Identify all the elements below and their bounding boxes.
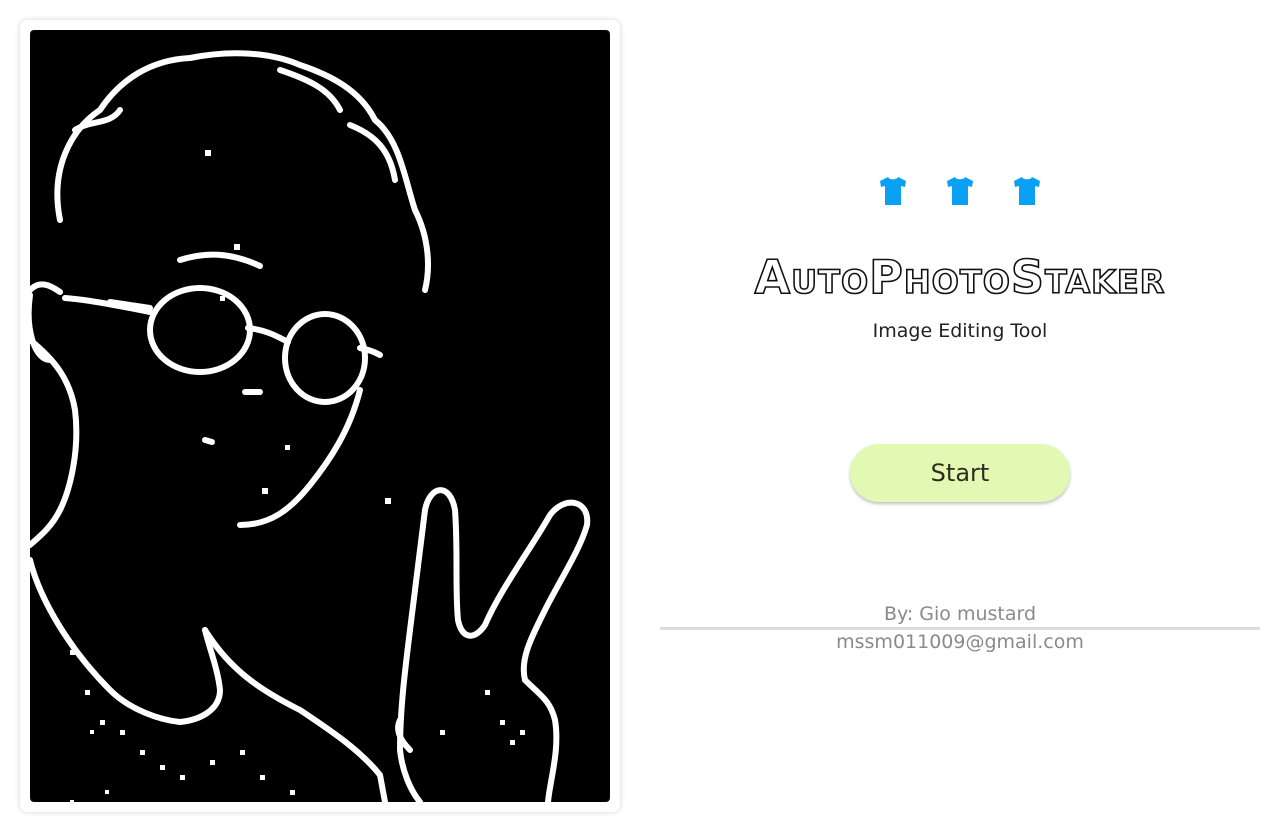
author-email: mssm011009@gmail.com — [836, 631, 1084, 653]
hero-image-frame — [20, 20, 620, 812]
credits: By: Gio mustard mssm011009@gmail.com — [660, 602, 1260, 655]
icon-row — [660, 175, 1260, 209]
tshirt-icon — [945, 175, 975, 207]
app-title: AutoPhotoStaker — [754, 249, 1166, 305]
author-credit: By: Gio mustard — [883, 603, 1037, 625]
intro-panel: AutoPhotoStaker Image Editing Tool Start… — [660, 0, 1260, 832]
start-button[interactable]: Start — [850, 444, 1070, 502]
app-subtitle: Image Editing Tool — [872, 320, 1048, 342]
tshirt-icon — [878, 175, 908, 207]
tshirt-icon — [1012, 175, 1042, 207]
photo-line-art — [30, 50, 591, 802]
edge-detected-photo — [30, 30, 610, 802]
